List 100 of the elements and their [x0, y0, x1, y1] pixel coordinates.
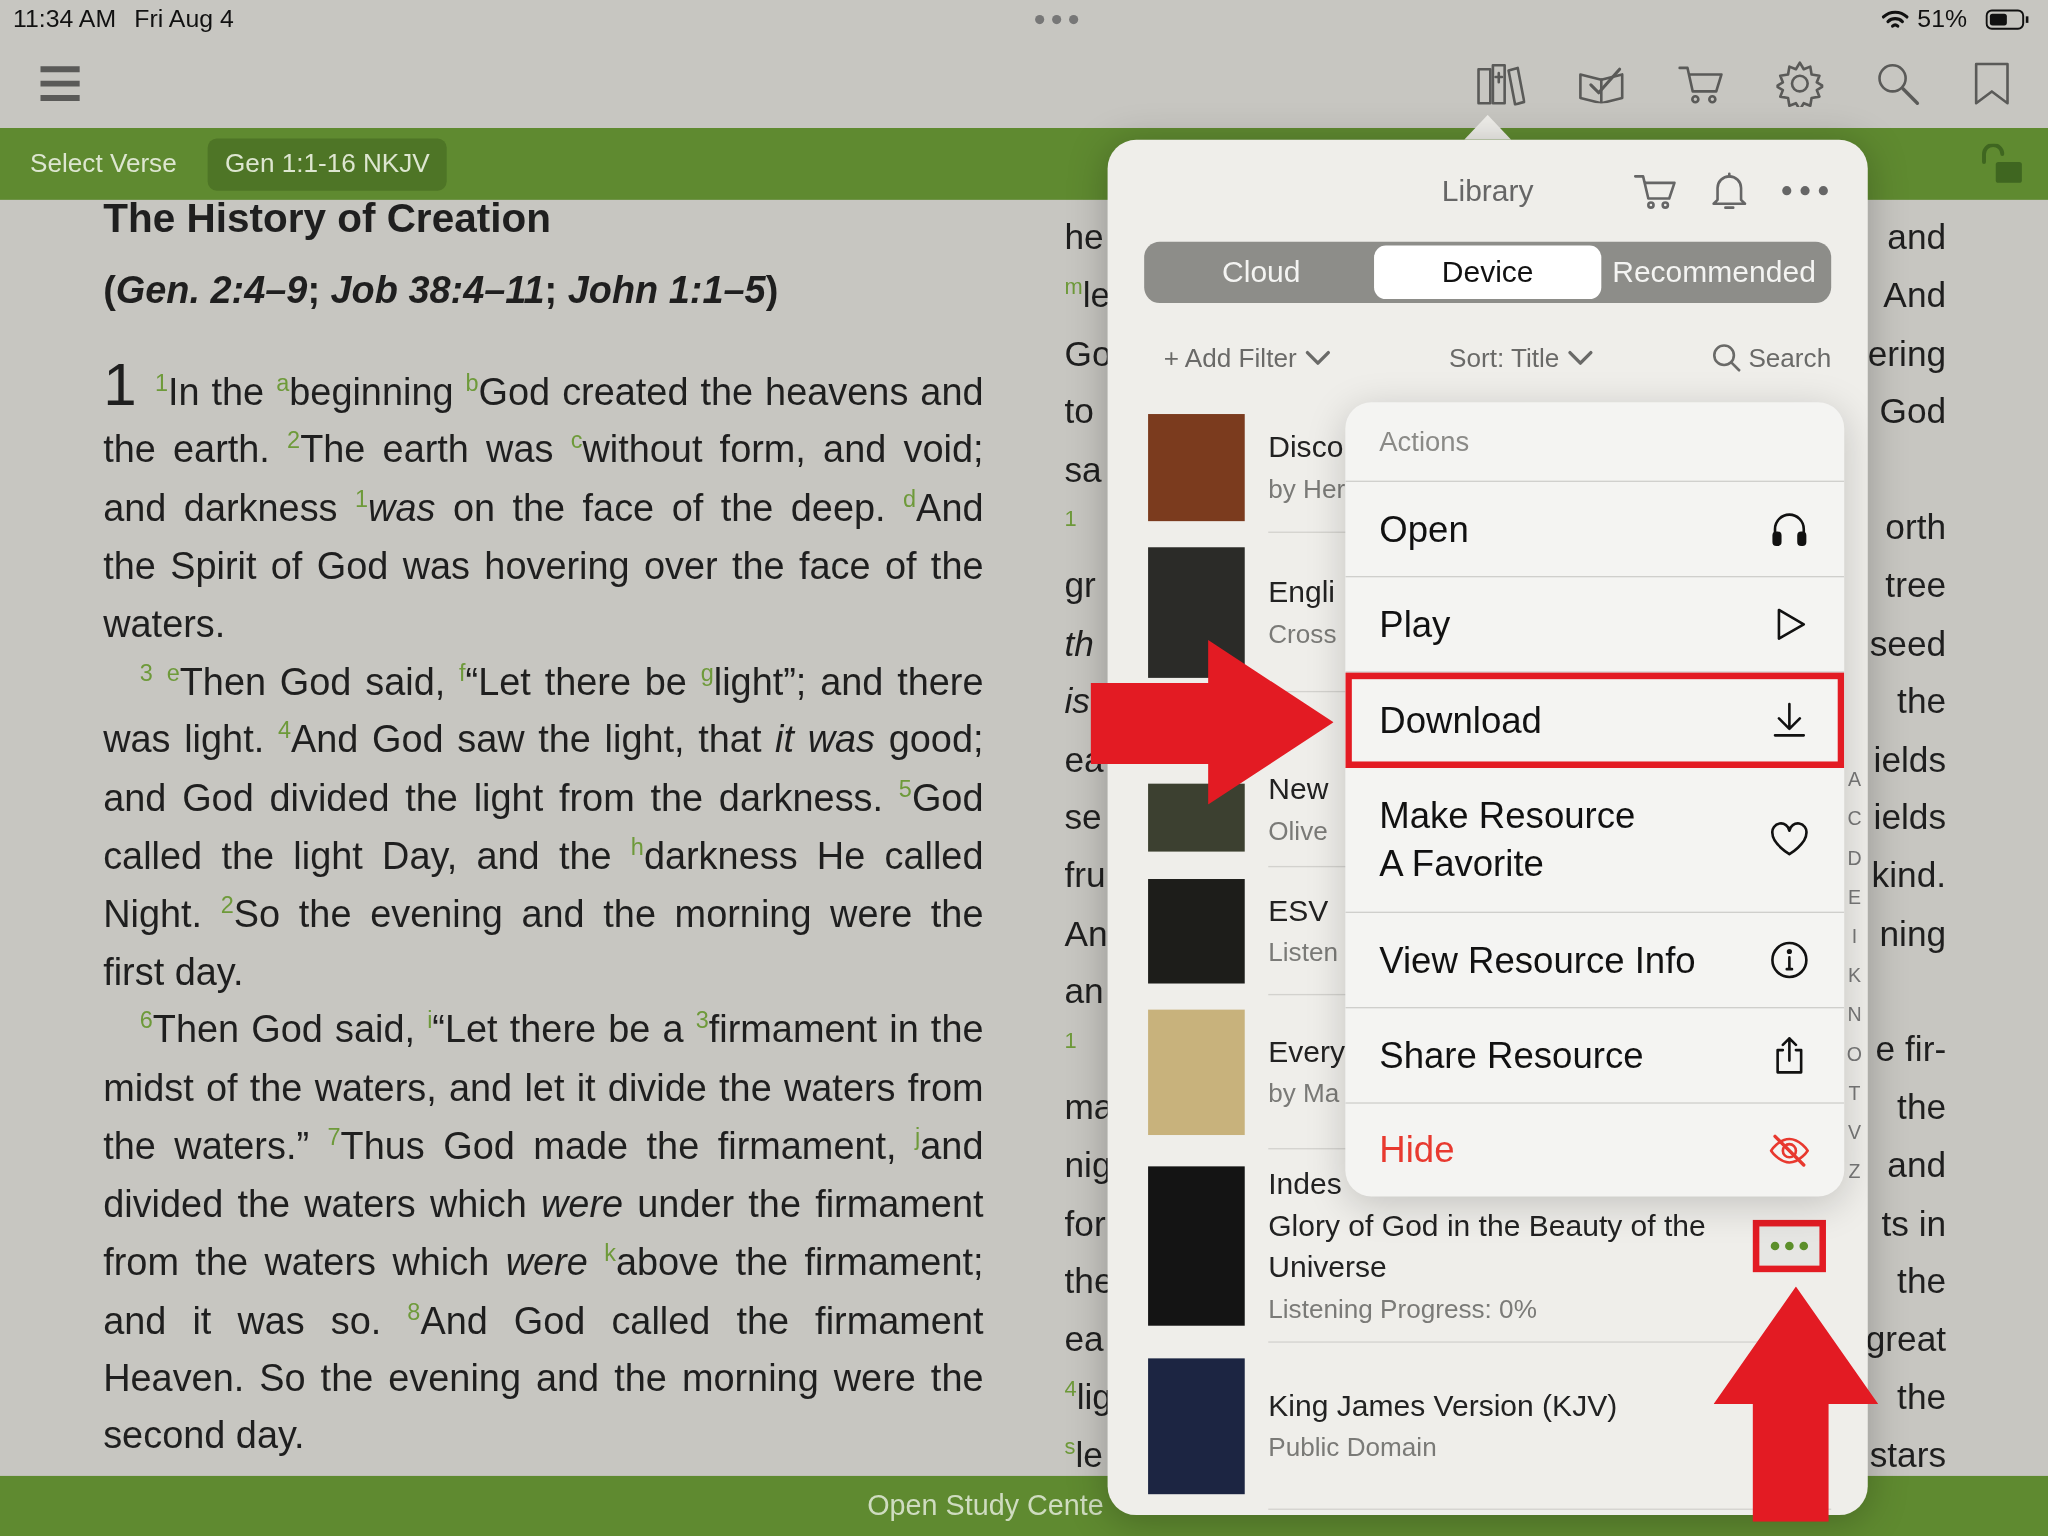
text-fragment: for: [1064, 1202, 1106, 1245]
text-fragment: and: [1887, 217, 1947, 260]
add-filter-button[interactable]: + Add Filter: [1163, 342, 1331, 373]
library-tab[interactable]: Cloud: [1148, 245, 1375, 300]
text-fragment: th: [1064, 623, 1094, 666]
book-title[interactable]: New: [1268, 768, 1329, 810]
text-fragment: to: [1064, 391, 1094, 434]
text-fragment: $^{s}$le: [1064, 1433, 1103, 1476]
text-fragment: the: [1897, 1260, 1947, 1303]
text-fragment: fru: [1064, 854, 1106, 898]
settings-icon[interactable]: [1776, 60, 1824, 108]
menu-item[interactable]: Open: [1345, 481, 1845, 578]
book-cover[interactable]: [1148, 547, 1245, 678]
popover-title: Library: [1441, 173, 1534, 209]
wifi-icon: [1880, 9, 1910, 31]
book-cover[interactable]: [1148, 783, 1245, 852]
text-fragment: and: [1887, 1144, 1947, 1187]
text-fragment: God: [1879, 391, 1947, 434]
status-time: 11:34 AM: [13, 5, 117, 34]
book-title[interactable]: King James Version (KJV): [1268, 1384, 1618, 1427]
sort-button[interactable]: Sort: Title: [1449, 342, 1594, 373]
book-cover[interactable]: [1148, 1357, 1245, 1495]
battery-icon: [1985, 7, 2030, 32]
search-icon[interactable]: [1875, 61, 1920, 106]
notification-bell-icon[interactable]: [1711, 171, 1748, 211]
index-letter[interactable]: T: [1848, 1073, 1861, 1113]
text-fragment: 1: [1064, 505, 1077, 534]
menu-title: Actions: [1345, 402, 1845, 482]
text-fragment: the: [1897, 1376, 1947, 1419]
text-fragment: the: [1897, 1086, 1947, 1129]
index-letter[interactable]: O: [1846, 1034, 1863, 1074]
book-title[interactable]: Engli: [1268, 570, 1336, 613]
library-tab[interactable]: Recommended: [1600, 245, 1828, 300]
chevron-down-icon: [1304, 350, 1331, 366]
book-subtitle: Olive: [1268, 815, 1328, 848]
book-subtitle: Listening Progress: 0%: [1268, 1293, 1537, 1326]
book-subtitle: by Her: [1268, 473, 1346, 505]
book-subtitle: Cross: [1268, 618, 1337, 650]
index-letter[interactable]: K: [1847, 956, 1861, 996]
more-dots-icon[interactable]: [1781, 185, 1829, 196]
text-fragment: e fir-: [1875, 1028, 1947, 1071]
multitask-dots-icon[interactable]: [1035, 14, 1080, 25]
text-fragment: And: [1883, 275, 1947, 318]
text-fragment: stars: [1869, 1434, 1947, 1476]
menu-item[interactable]: Download: [1345, 672, 1845, 768]
book-subtitle: Public Domain: [1268, 1431, 1437, 1464]
book-cover[interactable]: [1148, 1166, 1245, 1326]
text-fragment: gr: [1064, 565, 1096, 608]
index-letter[interactable]: Z: [1848, 1152, 1861, 1192]
index-letter[interactable]: V: [1847, 1112, 1861, 1152]
chevron-down-icon: [1567, 350, 1594, 366]
text-fragment: the: [1897, 680, 1947, 724]
text-fragment: ea: [1064, 1318, 1104, 1361]
book-subtitle: Listen: [1268, 936, 1338, 969]
book-title[interactable]: Glory of God in the Beauty of the: [1268, 1204, 1706, 1247]
index-letter[interactable]: C: [1847, 799, 1862, 839]
passage-heading: The History of Creation: [103, 199, 551, 243]
book-title[interactable]: Indes: [1268, 1162, 1342, 1205]
book-title[interactable]: Disco: [1268, 425, 1344, 468]
menu-item[interactable]: Share Resource: [1345, 1008, 1845, 1104]
text-fragment: kind.: [1871, 854, 1947, 898]
book-title[interactable]: Every: [1268, 1030, 1346, 1073]
battery-percent: 51%: [1917, 5, 1967, 34]
more-options-button[interactable]: [1752, 1219, 1826, 1273]
menu-item[interactable]: Hide: [1345, 1103, 1845, 1197]
verse-paragraph: $^{6}$Then God said, $^{i}$“Let there be a $^{3}$firmament in the midst of the waters, and let it divide the waters from the waters.” $^{7}$Thus God made the firmament, $^{j}$and divided the waters which were under the firmament from the waters which were $^{k}$above the firmament; and it was so. $^{8}$And God called the firmament Heaven. So the evening and the morning were the second day.: [103, 1007, 984, 1459]
text-fragment: he: [1064, 217, 1104, 260]
text-fragment: An: [1064, 912, 1108, 956]
more-dots-icon: [1769, 1240, 1809, 1252]
bookmark-icon[interactable]: [1972, 61, 2012, 106]
text-fragment: orth: [1885, 507, 1947, 550]
verse-paragraph: 1 $^{1}$In the $^{a}$beginning $^{b}$God created the heavens and the earth. $^{2}$The earth was $^{c}$without form, and void; and darkness $^{1}$was on the face of the deep. $^{d}$And the Spirit of God was hovering over the face of the waters.: [103, 363, 984, 647]
text-fragment: great: [1865, 1318, 1947, 1361]
index-letter[interactable]: I: [1851, 916, 1858, 957]
text-fragment: $^{m}$le: [1064, 273, 1111, 318]
book-cover[interactable]: [1148, 878, 1245, 984]
library-tab[interactable]: Device: [1374, 245, 1601, 300]
index-letter[interactable]: D: [1847, 838, 1862, 878]
index-letter[interactable]: E: [1847, 877, 1861, 917]
text-fragment: sa: [1064, 449, 1102, 492]
cross-references: (Gen. 2:4–9; Job 38:4–11; John 1:1–5): [103, 268, 779, 313]
text-fragment: is: [1064, 680, 1090, 724]
text-fragment: seed: [1869, 623, 1947, 666]
text-fragment: ields: [1873, 796, 1947, 840]
text-fragment: se: [1064, 796, 1102, 840]
search-button[interactable]: Search: [1711, 342, 1832, 373]
text-fragment: tree: [1885, 565, 1947, 608]
book-subtitle: by Ma: [1268, 1077, 1340, 1110]
select-verse-label[interactable]: Select Verse: [30, 148, 177, 179]
menu-item[interactable]: View Resource Info: [1345, 913, 1845, 1009]
index-letter[interactable]: N: [1847, 995, 1862, 1035]
study-center-link[interactable]: Open Study Cente: [867, 1489, 1104, 1523]
books-icon[interactable]: [1475, 61, 1526, 106]
index-letter[interactable]: A: [1847, 760, 1861, 800]
menu-item[interactable]: Play: [1345, 577, 1845, 673]
reference-button[interactable]: Gen 1:1-16 NKJV: [208, 137, 447, 191]
search-icon: [1711, 343, 1741, 373]
book-title[interactable]: ESV: [1268, 889, 1329, 932]
menu-item[interactable]: Make Resource A Favorite: [1345, 768, 1845, 913]
book-title[interactable]: Universe: [1268, 1246, 1387, 1288]
